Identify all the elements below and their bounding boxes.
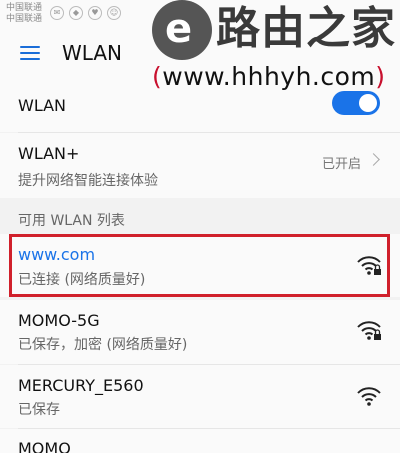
watermark-name: 路由之家 <box>216 3 396 54</box>
carrier-label-1: 中国联通 <box>6 3 43 13</box>
watermark-logo-letter: e <box>165 6 193 52</box>
watermark-url-text: www.hhhyh.com <box>162 62 376 91</box>
network-ssid: MERCURY_E560 <box>18 376 144 395</box>
networks-section-header: 可用 WLAN 列表 <box>18 213 125 229</box>
notification-icon-2: ☺ <box>107 6 121 20</box>
notification-icon: ✉ <box>50 6 64 20</box>
health-icon: ♥ <box>88 6 102 20</box>
wlan-plus-status: 已开启 <box>322 157 362 172</box>
network-item[interactable]: MOMO-5G 已保存，加密 (网络质量好) <box>0 300 400 364</box>
network-item[interactable]: MERCURY_E560 已保存 <box>0 365 400 428</box>
watermark-logo: e <box>152 0 212 60</box>
wlan-label: WLAN <box>18 96 67 115</box>
network-item[interactable]: www.com 已连接 (网络质量好) <box>0 234 400 297</box>
network-status: 已连接 (网络质量好) <box>18 272 146 288</box>
network-ssid: MOMO <box>18 439 71 453</box>
status-icons: ✉ ◆ ♥ ☺ <box>50 6 121 20</box>
page-title: WLAN <box>62 41 123 65</box>
wlan-plus-description: 提升网络智能连接体验 <box>18 173 158 189</box>
wifi-icon <box>357 387 381 406</box>
chevron-right-icon <box>367 153 380 166</box>
wlan-plus-row[interactable]: WLAN+ 提升网络智能连接体验 已开启 <box>0 133 400 198</box>
wlan-toggle-switch[interactable] <box>332 91 380 115</box>
menu-icon[interactable] <box>20 44 42 62</box>
wifi-lock-icon <box>357 321 381 340</box>
wlan-plus-label: WLAN+ <box>18 144 80 163</box>
network-ssid: www.com <box>18 245 96 264</box>
wifi-lock-icon <box>357 256 381 275</box>
app-icon: ◆ <box>69 6 83 20</box>
watermark-url: (www.hhhyh.com) <box>152 62 386 92</box>
network-item[interactable]: MOMO <box>0 429 400 453</box>
watermark-paren-close: ) <box>375 62 386 91</box>
network-status: 已保存 <box>18 402 60 418</box>
watermark-paren-open: ( <box>152 62 163 91</box>
network-status: 已保存，加密 (网络质量好) <box>18 337 188 353</box>
carrier-label-2: 中国联通 <box>6 14 43 24</box>
network-ssid: MOMO-5G <box>18 311 100 330</box>
toggle-knob <box>359 94 377 112</box>
